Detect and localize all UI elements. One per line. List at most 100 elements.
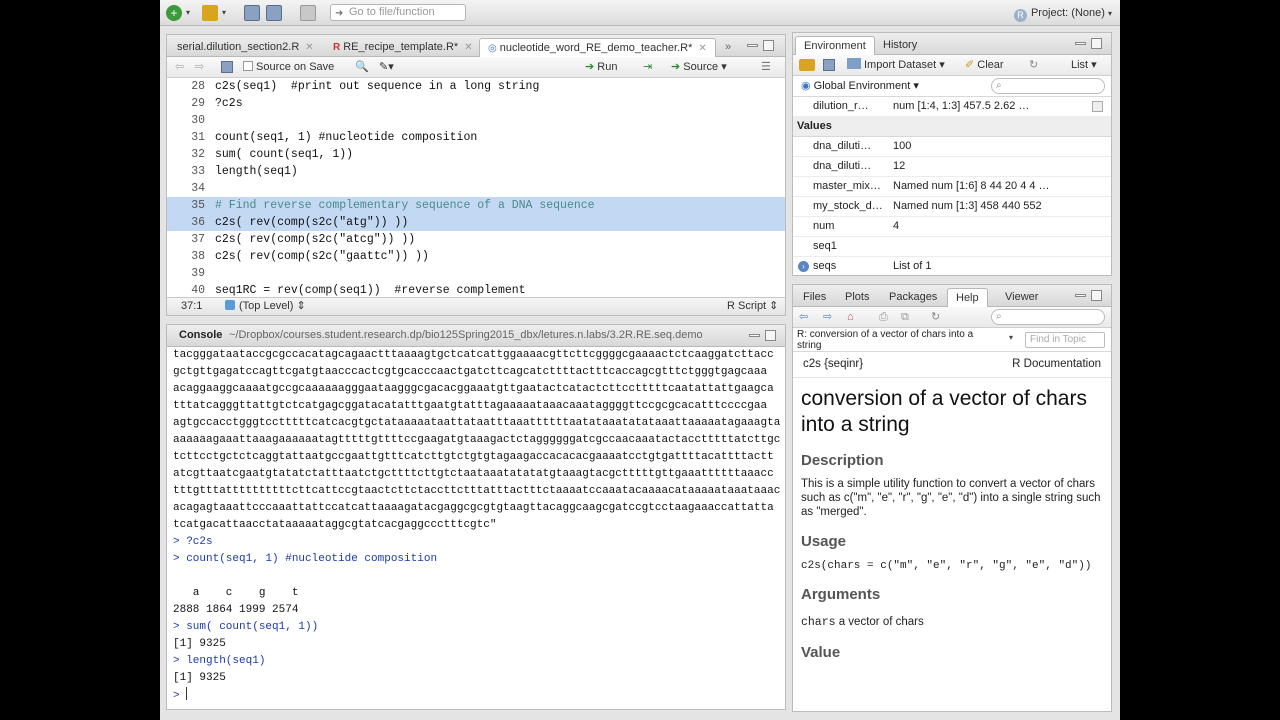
help-section-heading: Usage: [801, 533, 847, 550]
project-label: Project: (None): [1030, 7, 1105, 19]
scope-dropdown[interactable]: (Top Level) ⇕: [225, 299, 306, 314]
help-title: conversion of a vector of chars into a s…: [801, 387, 1087, 436]
home-icon[interactable]: ⌂: [847, 310, 854, 325]
save-icon[interactable]: [823, 59, 835, 71]
environment-value-row[interactable]: dna_diluti… 12: [793, 157, 1111, 177]
view-table-icon[interactable]: [1092, 101, 1103, 112]
tab-packages[interactable]: Packages: [881, 288, 945, 307]
environment-scope-bar: ◉ Global Environment ▾ ⌕: [793, 76, 1111, 97]
working-directory: ~/Dropbox/courses.student.research.dp/bi…: [229, 329, 703, 341]
close-icon[interactable]: ✕: [698, 43, 706, 54]
maximize-icon[interactable]: [765, 330, 776, 341]
console-prompt[interactable]: >: [173, 687, 785, 704]
run-button[interactable]: ➔ Run: [585, 60, 617, 75]
source-editor-pane: serial.dilution_section2.R ✕ R RE_recipe_t…: [166, 34, 786, 316]
new-file-icon[interactable]: +: [166, 5, 182, 21]
goto-file-input[interactable]: ➜ Go to file/function: [330, 4, 466, 21]
editor-tab[interactable]: R RE_recipe_template.R* ✕: [325, 38, 481, 57]
save-icon[interactable]: [244, 5, 260, 21]
close-icon[interactable]: ✕: [305, 42, 313, 53]
back-arrow-icon[interactable]: ⇦: [799, 310, 808, 325]
console-header: Console ~/Dropbox/courses.student.resear…: [167, 325, 785, 347]
expand-icon[interactable]: ›: [798, 261, 809, 272]
help-search-input[interactable]: ⌕: [991, 309, 1105, 325]
checkbox-icon: [243, 61, 253, 71]
environment-value-row[interactable]: dna_diluti… 100: [793, 137, 1111, 157]
minimize-icon[interactable]: [747, 44, 758, 47]
tab-history[interactable]: History: [875, 36, 925, 55]
console-output-line: [1] 9325: [173, 672, 226, 684]
code-line: 32 sum( count(seq1, 1)): [191, 148, 354, 161]
table-icon: [847, 58, 861, 69]
magic-wand-icon[interactable]: ✎▾: [379, 60, 394, 75]
code-area[interactable]: 28 c2s(seq1) #print out sequence in a lon…: [167, 78, 785, 298]
list-view-dropdown[interactable]: List ▾: [1071, 58, 1097, 73]
new-window-icon[interactable]: ⧉: [901, 310, 909, 325]
environment-value-row[interactable]: master_mix… Named num [1:6] 8 44 20 4 4 …: [793, 177, 1111, 197]
environment-value-row[interactable]: seq1: [793, 237, 1111, 257]
tab-plots[interactable]: Plots: [837, 288, 877, 307]
save-all-icon[interactable]: [266, 5, 282, 21]
minimize-icon[interactable]: [1075, 42, 1086, 45]
editor-statusbar: 37:1 (Top Level) ⇕ R Script ⇕: [167, 297, 785, 315]
source-on-save-checkbox[interactable]: Source on Save: [243, 60, 334, 75]
source-button[interactable]: ➔ Source ▾: [671, 60, 727, 75]
chevron-down-icon[interactable]: ▾: [222, 8, 228, 24]
find-in-topic-input[interactable]: Find in Topic: [1025, 332, 1105, 348]
doc-label: R Documentation: [1012, 358, 1101, 370]
help-description: This is a simple utility function to con…: [801, 478, 1101, 518]
code-line: 33 length(seq1): [191, 165, 298, 178]
chevron-down-icon[interactable]: ▾: [186, 8, 192, 24]
chevron-down-icon[interactable]: ▾: [1009, 333, 1013, 342]
console-title: Console: [179, 329, 223, 341]
load-workspace-icon[interactable]: [799, 59, 815, 71]
console-output[interactable]: tacgggataataccgcgccacatagcagaactttaaaagt…: [173, 347, 785, 709]
environment-value-row[interactable]: my_stock_d… Named num [1:3] 458 440 552: [793, 197, 1111, 217]
console-output-line: acagagtaaattcccaaattattccatcattaaaagatac…: [173, 502, 774, 514]
environment-value-row[interactable]: num 4: [793, 217, 1111, 237]
tab-files[interactable]: Files: [795, 288, 834, 307]
editor-tab-active[interactable]: ◎ nucleotide_word_RE_demo_teacher.R* ✕: [479, 38, 716, 57]
code-line: 28 c2s(seq1) #print out sequence in a lon…: [191, 80, 540, 93]
package-name: c2s {seqinr}: [803, 358, 864, 370]
maximize-icon[interactable]: [1091, 38, 1102, 49]
minimize-icon[interactable]: [749, 334, 760, 337]
project-menu[interactable]: R Project: (None) ▾: [1013, 5, 1112, 22]
refresh-icon[interactable]: ↻: [1029, 58, 1038, 73]
environment-pane: Environment History Import Dataset ▾ ✐ C…: [792, 32, 1112, 276]
code-line-selected: 35 # Find reverse complementary sequence …: [167, 197, 785, 214]
close-icon[interactable]: ✕: [464, 42, 472, 53]
outline-icon[interactable]: ☰: [761, 60, 771, 75]
back-arrow-icon[interactable]: ⇦: [175, 60, 184, 75]
environment-data-row[interactable]: dilution_r… num [1:4, 1:3] 457.5 2.62 …: [793, 97, 1111, 117]
clear-button[interactable]: ✐ Clear: [965, 58, 1004, 73]
save-icon[interactable]: [221, 61, 233, 73]
global-environment-dropdown[interactable]: ◉ Global Environment ▾: [801, 79, 919, 94]
file-type-dropdown[interactable]: R Script ⇕: [727, 299, 778, 314]
print-icon[interactable]: [300, 5, 316, 21]
editor-toolbar: ⇦ ⇨ Source on Save 🔍 ✎▾ ➔ Run ⇥ ➔ Source…: [167, 57, 785, 78]
code-line: 31 count(seq1, 1) #nucleotide composition: [191, 131, 478, 144]
more-tabs-icon[interactable]: »: [717, 38, 739, 57]
refresh-icon[interactable]: ↻: [931, 310, 940, 325]
import-dataset-button[interactable]: Import Dataset ▾: [847, 58, 945, 73]
environment-value-row[interactable]: › seqs List of 1: [793, 257, 1111, 275]
maximize-icon[interactable]: [763, 40, 774, 51]
forward-arrow-icon[interactable]: ⇨: [823, 310, 832, 325]
open-folder-icon[interactable]: [202, 5, 218, 21]
search-icon[interactable]: 🔍: [355, 60, 369, 75]
minimize-icon[interactable]: [1075, 294, 1086, 297]
environment-search-input[interactable]: ⌕: [991, 78, 1105, 94]
console-output-line: tttgtttattttttttttcttcattccgtaactcttctac…: [173, 485, 781, 497]
rerun-icon[interactable]: ⇥: [643, 60, 652, 75]
tab-environment[interactable]: Environment: [795, 36, 875, 55]
editor-tab[interactable]: serial.dilution_section2.R ✕: [169, 38, 322, 57]
console-command: > sum( count(seq1, 1)): [173, 621, 319, 633]
topic-dropdown[interactable]: R: conversion of a vector of chars into …: [797, 329, 997, 351]
tab-viewer[interactable]: Viewer: [997, 288, 1046, 307]
maximize-icon[interactable]: [1091, 290, 1102, 301]
forward-arrow-icon[interactable]: ⇨: [195, 60, 204, 75]
tab-help[interactable]: Help: [947, 288, 988, 307]
print-icon[interactable]: ⎙: [879, 310, 888, 325]
